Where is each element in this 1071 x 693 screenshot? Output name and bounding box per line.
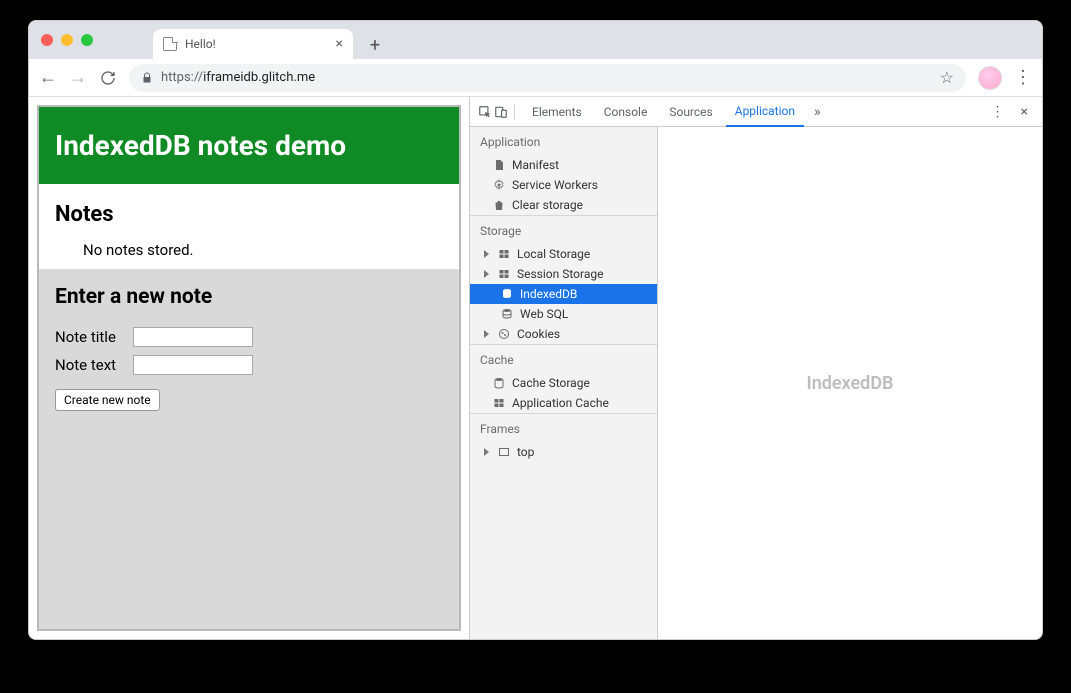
browser-toolbar: ← → https://iframeidb.glitch.me ☆ ⋮	[29, 59, 1042, 97]
sidebar-cache-storage[interactable]: Cache Storage	[470, 373, 657, 393]
browser-window: Hello! × + ← → https://iframeidb.glitch.…	[28, 20, 1043, 640]
device-toolbar-icon[interactable]	[494, 105, 508, 119]
url-text: https://iframeidb.glitch.me	[161, 70, 315, 85]
rendered-page: IndexedDB notes demo Notes No notes stor…	[29, 97, 469, 639]
group-frames: Frames	[470, 414, 657, 442]
tab-elements[interactable]: Elements	[523, 97, 591, 126]
profile-avatar[interactable]	[978, 66, 1002, 90]
form-heading: Enter a new note	[55, 285, 443, 309]
sidebar-cookies[interactable]: Cookies	[470, 324, 657, 344]
expand-icon[interactable]	[484, 250, 489, 258]
database-icon	[500, 307, 514, 321]
group-application: Application	[470, 127, 657, 155]
database-icon	[492, 376, 506, 390]
page-frame: IndexedDB notes demo Notes No notes stor…	[37, 105, 461, 631]
sidebar-manifest[interactable]: Manifest	[470, 155, 657, 175]
minimize-window-button[interactable]	[61, 34, 73, 46]
expand-icon[interactable]	[484, 270, 489, 278]
table-icon	[492, 396, 506, 410]
sidebar-application-cache[interactable]: Application Cache	[470, 393, 657, 413]
note-text-input[interactable]	[133, 355, 253, 375]
select-element-icon[interactable]	[478, 105, 492, 119]
sidebar-websql[interactable]: Web SQL	[470, 304, 657, 324]
back-button[interactable]: ←	[39, 69, 57, 87]
address-bar[interactable]: https://iframeidb.glitch.me ☆	[129, 64, 966, 92]
sidebar-service-workers[interactable]: Service Workers	[470, 175, 657, 195]
devtools-body: Application Manifest Service Workers Cle…	[470, 127, 1042, 639]
sidebar-local-storage[interactable]: Local Storage	[470, 244, 657, 264]
maximize-window-button[interactable]	[81, 34, 93, 46]
indexeddb-placeholder-title: IndexedDB	[807, 373, 894, 394]
window-controls	[41, 21, 153, 59]
notes-section: Notes No notes stored.	[39, 184, 459, 269]
note-title-label: Note title	[55, 328, 125, 346]
gear-icon	[492, 178, 506, 192]
group-storage: Storage	[470, 216, 657, 244]
file-icon	[163, 37, 177, 51]
trash-icon	[492, 198, 506, 212]
file-icon	[492, 158, 506, 172]
notes-heading: Notes	[55, 202, 443, 227]
application-sidebar: Application Manifest Service Workers Cle…	[470, 127, 658, 639]
tab-application[interactable]: Application	[726, 98, 804, 127]
close-window-button[interactable]	[41, 34, 53, 46]
tab-console[interactable]: Console	[595, 97, 657, 126]
devtools-tabbar: Elements Console Sources Application » ⋮…	[470, 97, 1042, 127]
new-note-form: Enter a new note Note title Note text Cr…	[39, 269, 459, 629]
sidebar-clear-storage[interactable]: Clear storage	[470, 195, 657, 215]
create-note-button[interactable]: Create new note	[55, 389, 160, 411]
devtools-menu-button[interactable]: ⋮	[985, 104, 1011, 120]
bookmark-star-icon[interactable]: ☆	[940, 68, 954, 87]
content-area: IndexedDB notes demo Notes No notes stor…	[29, 97, 1042, 639]
browser-tab[interactable]: Hello! ×	[153, 29, 353, 59]
inspect-tools[interactable]	[478, 105, 515, 119]
browser-menu-button[interactable]: ⋮	[1014, 67, 1032, 88]
new-tab-button[interactable]: +	[361, 31, 389, 59]
frame-icon	[497, 445, 511, 459]
group-cache: Cache	[470, 345, 657, 373]
sidebar-indexeddb[interactable]: IndexedDB	[470, 284, 657, 304]
cookie-icon	[497, 327, 511, 341]
more-tabs-button[interactable]: »	[808, 104, 827, 120]
empty-notes-message: No notes stored.	[55, 241, 443, 259]
devtools-panel: Elements Console Sources Application » ⋮…	[469, 97, 1042, 639]
forward-button[interactable]: →	[69, 69, 87, 87]
devtools-main-pane: IndexedDB	[658, 127, 1042, 639]
table-icon	[497, 267, 511, 281]
close-tab-button[interactable]: ×	[336, 36, 343, 52]
table-icon	[497, 247, 511, 261]
tab-title: Hello!	[185, 37, 216, 51]
sidebar-session-storage[interactable]: Session Storage	[470, 264, 657, 284]
sidebar-frame-top[interactable]: top	[470, 442, 657, 462]
expand-icon[interactable]	[484, 330, 489, 338]
expand-icon[interactable]	[484, 448, 489, 456]
database-icon	[500, 287, 514, 301]
lock-icon	[141, 72, 153, 84]
note-title-input[interactable]	[133, 327, 253, 347]
tab-sources[interactable]: Sources	[660, 97, 721, 126]
close-devtools-button[interactable]: ×	[1015, 104, 1034, 120]
note-text-label: Note text	[55, 356, 125, 374]
browser-tabstrip: Hello! × +	[29, 21, 1042, 59]
page-title: IndexedDB notes demo	[39, 107, 459, 184]
reload-button[interactable]	[99, 69, 117, 87]
